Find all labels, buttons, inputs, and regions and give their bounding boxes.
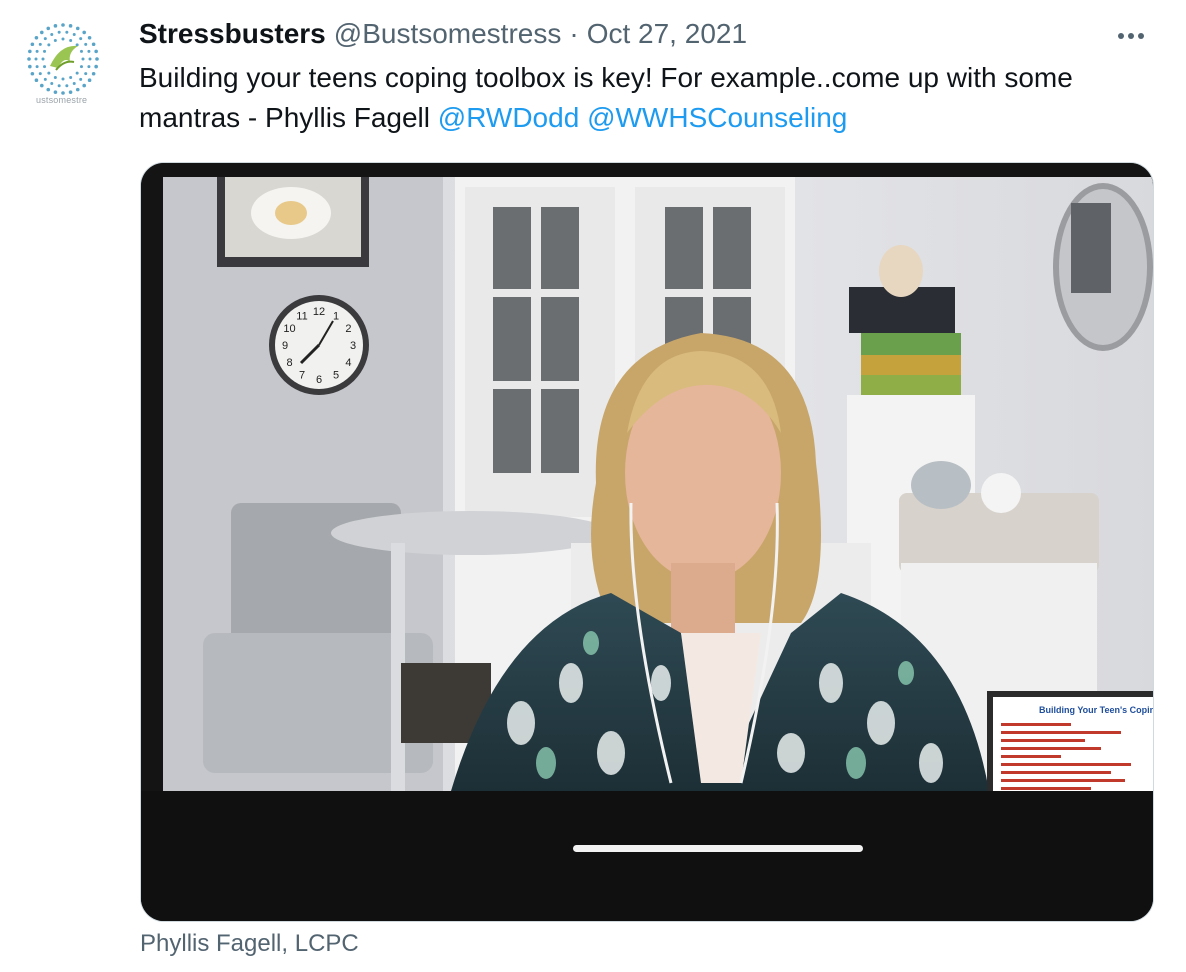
clock-numeral: 11 [296,311,307,323]
logo-dot [72,82,76,86]
logo-dot [40,83,44,88]
logo-dot [95,57,99,61]
logo-dot [79,65,83,69]
logo-dot [94,64,98,69]
logo-dot [53,75,57,79]
clock-numeral: 12 [313,306,325,318]
logo-dot [47,71,51,75]
logo-dot [65,30,69,34]
logo-dot [53,90,58,94]
avatar-caption: ustsomestre [36,95,88,105]
clock-numeral: 6 [316,374,322,386]
slide-title: Building Your Teen's Coping [1039,705,1153,715]
logo-dot [82,30,86,35]
logo-dot [40,30,44,35]
logo-dot [27,57,31,61]
logo-dot [28,49,32,54]
clock-numeral: 1 [333,311,339,323]
clock-numeral: 7 [299,369,305,381]
logo-dot [69,39,73,43]
home-indicator [573,845,863,852]
clock-numeral: 8 [286,357,292,369]
logo-dot [75,87,80,92]
logo-dot [87,78,92,82]
more-dot [1128,33,1134,39]
logo-dot [57,84,61,88]
logo-dot [53,39,57,43]
logo-dot [79,77,83,81]
logo-dot [69,75,73,79]
logo-dot [91,71,96,76]
logo-dot [91,42,96,47]
separator-dot: · [569,18,579,49]
logo-dot [30,42,35,47]
media-caption: Phyllis Fagell, LCPC [140,930,359,957]
logo-dot [38,72,42,76]
logo-dot [43,65,47,69]
logo-dot [46,87,51,92]
logo-dot [84,42,88,46]
logo-dot [72,32,76,36]
avatar[interactable] [20,16,106,102]
logo-dot [43,77,47,81]
logo-dot [43,37,47,41]
logo-dot [41,57,45,61]
logo-dot [84,72,88,76]
logo-dot [68,90,73,94]
logo-dot [46,26,51,31]
tweet-header: Stressbusters @Bustsomestress · Oct 27, … [139,16,747,52]
logo-dot [61,23,65,27]
logo-dot [34,78,39,82]
stressbusters-logo [20,16,106,102]
logo-dot [38,42,42,46]
clock-numeral: 10 [283,323,295,335]
clock-numeral: 9 [282,340,288,352]
logo-dot [79,49,83,53]
clock-numeral: 3 [350,340,356,352]
logo-dot [87,65,91,69]
video-call-photo: 12 12 3 45678 9 1011 Building Your Teen's Co… [141,163,1153,921]
logo-dot [61,77,65,81]
logo-dot [75,26,80,31]
user-handle[interactable]: @Bustsomestress [334,18,562,50]
logo-dot [82,83,86,88]
clock-numeral: 4 [345,357,351,369]
logo-dot [34,57,38,61]
logo-dot [50,82,54,86]
tweet-media-image[interactable]: 12 1 2 3 4 5 6 7 8 9 10 11 Building Your… [140,162,1154,922]
clock-numeral: 5 [333,369,339,381]
logo-dot [47,43,51,47]
logo-dot [68,24,73,28]
logo-dot [43,49,47,53]
logo-dot [75,71,79,75]
more-horizontal-icon[interactable] [1112,22,1150,50]
logo-dot [61,37,65,41]
display-name[interactable]: Stressbusters [139,18,326,50]
more-dot [1118,33,1124,39]
logo-dot [88,57,92,61]
clock-numeral: 2 [345,323,351,335]
logo-dot [81,57,85,61]
logo-dot [79,37,83,41]
logo-dot [28,64,32,69]
logo-dot [87,49,91,53]
logo-dot [35,65,39,69]
logo-dot [50,32,54,36]
tweet-date[interactable]: Oct 27, 2021 [587,18,747,50]
mention-link[interactable]: @RWDodd [438,102,580,133]
logo-dot [53,24,58,28]
logo-dot [34,36,39,40]
logo-dot [94,49,98,54]
tweet-text: Building your teens coping toolbox is ke… [139,58,1149,138]
logo-dot [30,71,35,76]
logo-dot [65,84,69,88]
more-dot [1138,33,1144,39]
mention-link[interactable]: @WWHSCounseling [587,102,847,133]
logo-dot [35,49,39,53]
logo-dot [57,30,61,34]
logo-dot [87,36,92,40]
